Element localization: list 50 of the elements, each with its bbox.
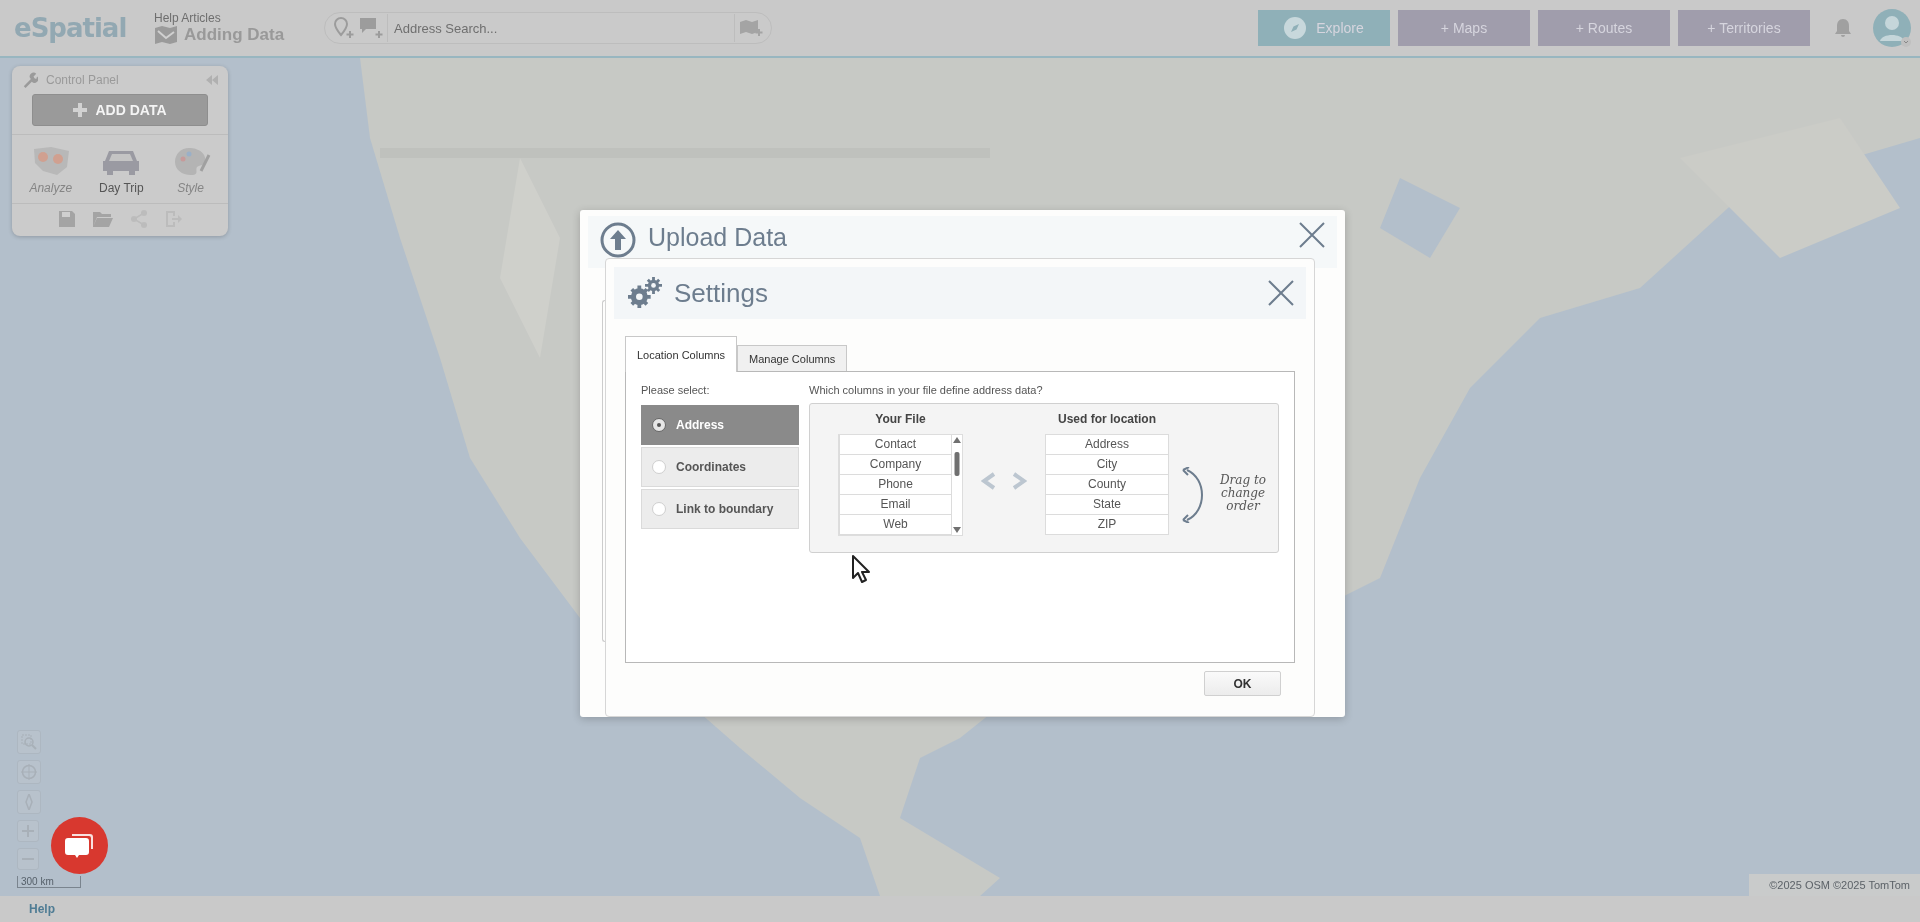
tab[interactable]: Manage Columns (737, 345, 848, 371)
prompt-label: Please select: (641, 384, 711, 396)
scale-bar: 300 km (17, 876, 81, 888)
folder-icon[interactable] (92, 210, 114, 228)
list-item[interactable]: County (1045, 475, 1169, 495)
compass-icon (1284, 17, 1307, 39)
tab[interactable]: Location Columns (625, 336, 738, 372)
radio-icon (652, 418, 666, 432)
question-label: Which columns in your file define address data? (809, 384, 1044, 396)
radio-icon (652, 502, 666, 516)
cursor-icon (851, 554, 873, 584)
bell-icon[interactable] (1834, 18, 1852, 38)
list-item[interactable]: ZIP (1045, 515, 1169, 535)
column-heading: Used for location (1058, 412, 1156, 426)
close-icon[interactable] (1299, 222, 1325, 248)
list-item[interactable]: Company (839, 455, 952, 475)
map-attribution: ©2025 OSM ©2025 TomTom (1749, 874, 1920, 896)
column-heading: Your File (875, 412, 926, 426)
move-arrows-icon[interactable] (981, 472, 1027, 490)
list-item[interactable]: Address (1045, 434, 1169, 455)
collapse-icon[interactable] (206, 75, 218, 85)
close-icon[interactable] (1268, 280, 1294, 306)
pin-add-icon[interactable] (333, 17, 355, 39)
search-field[interactable]: Address Search... (324, 12, 772, 44)
tool-button[interactable]: Day Trip (97, 143, 146, 197)
avatar-icon[interactable] (1872, 8, 1912, 48)
ok-button[interactable]: OK (1204, 671, 1281, 696)
option-button[interactable]: Link to boundary (641, 489, 799, 529)
comment-add-icon[interactable] (359, 17, 383, 39)
option-button[interactable]: Address (641, 405, 799, 445)
option-button[interactable]: Coordinates (641, 447, 799, 487)
curved-arrow-icon (1181, 467, 1205, 523)
radio-icon (652, 460, 666, 474)
list-item[interactable]: Contact (839, 435, 952, 455)
list-item[interactable]: Web (839, 515, 952, 535)
list-item[interactable]: Phone (839, 475, 952, 495)
map-add-icon[interactable] (739, 18, 763, 38)
dialog-title: Upload Data (648, 222, 787, 252)
list-item[interactable]: State (1045, 495, 1169, 515)
map-icon (154, 26, 178, 44)
scrollbar[interactable] (952, 435, 962, 535)
gears-icon (626, 276, 664, 310)
hint-text: Drag to change order (1218, 474, 1268, 513)
dialog-title: Settings (674, 277, 768, 309)
list-item[interactable]: City (1045, 455, 1169, 475)
wrench-icon (22, 72, 38, 88)
save-icon[interactable] (58, 210, 76, 228)
upload-icon (600, 222, 636, 258)
plus-icon (73, 103, 88, 117)
list-item[interactable]: Email (839, 495, 952, 515)
